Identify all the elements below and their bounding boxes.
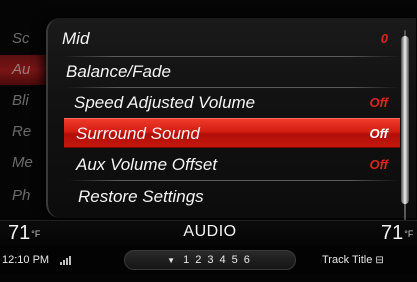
menu-item-restore-settings[interactable]: Restore Settings: [70, 182, 400, 212]
preset-bar[interactable]: ▼ 1 2 3 4 5 6: [124, 250, 296, 270]
menu-item-label: Surround Sound: [76, 124, 200, 143]
preset-1[interactable]: 1: [183, 254, 189, 266]
menu-item-aux-volume-offset[interactable]: Aux Volume Offset Off: [68, 150, 400, 180]
menu-item-value: 0: [380, 31, 388, 46]
preset-3[interactable]: 3: [207, 254, 213, 266]
track-title-text: Track Title: [322, 254, 373, 266]
menu-item-label: Balance/Fade: [66, 62, 171, 81]
temperature-value: 71: [8, 222, 31, 244]
menu-item-value: Off: [369, 157, 388, 172]
preset-2[interactable]: 2: [195, 254, 201, 266]
chevron-down-icon[interactable]: ▼: [167, 256, 175, 265]
temperature-unit: °F: [31, 229, 41, 239]
menu-item-balance-fade[interactable]: Balance/Fade: [66, 57, 400, 87]
temperature-unit: °F: [404, 229, 414, 239]
signal-strength-icon: [60, 256, 74, 265]
passenger-temperature[interactable]: 71°F: [381, 221, 413, 245]
menu-scrollbar[interactable]: [401, 30, 409, 220]
scrollbar-thumb[interactable]: [401, 36, 409, 204]
preset-5[interactable]: 5: [232, 254, 238, 266]
track-title[interactable]: Track Title ⊟: [322, 254, 384, 266]
preset-6[interactable]: 6: [244, 254, 250, 266]
menu-item-value: Off: [369, 95, 388, 110]
temperature-value: 71: [381, 222, 404, 244]
media-info-icon: ⊟: [375, 255, 384, 266]
menu-item-label: Aux Volume Offset: [76, 155, 218, 174]
clock: 12:10 PM: [2, 254, 50, 266]
driver-temperature[interactable]: 71°F: [8, 221, 40, 245]
mode-title: AUDIO: [183, 223, 237, 240]
menu-divider: [68, 180, 400, 181]
menu-item-label: Mid: [62, 29, 90, 48]
menu-item-label: Speed Adjusted Volume: [74, 93, 256, 112]
menu-item-speed-adjusted-volume[interactable]: Speed Adjusted Volume Off: [68, 88, 400, 118]
preset-4[interactable]: 4: [219, 254, 225, 266]
menu-item-value: Off: [369, 126, 388, 141]
radio-screen: Sc Au Bli Re Me Ph Mid 0 Balance/Fade Sp…: [0, 0, 417, 282]
menu-item-surround-sound[interactable]: Surround Sound Off: [64, 118, 400, 148]
menu-item-label: Restore Settings: [78, 187, 204, 206]
menu-item-mid[interactable]: Mid 0: [62, 24, 400, 54]
